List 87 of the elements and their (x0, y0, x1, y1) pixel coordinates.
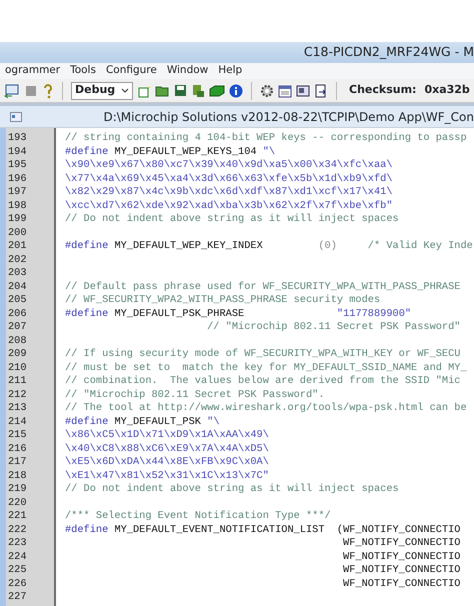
line-number: 199 (8, 213, 27, 225)
code-line: // "Microchip 802.11 Secret PSK Password". (65, 388, 325, 402)
menu-item[interactable]: ogrammer (0, 63, 66, 79)
code-line: #define MY_DEFAULT_WEP_KEYS_104 "\ (65, 146, 276, 159)
code-line: // The tool at http://www.wireshark.org/tools/wpa-psk.html can be (65, 402, 467, 416)
code-line: WF_NOTIFY_CONNECTIO (342, 564, 460, 578)
line-number: 214 (8, 416, 27, 428)
code-line: // Do not indent above string as it will inject spaces (65, 213, 399, 226)
code-line: \xE1\x47\x81\x52\x31\x1C\x13\x7C" (65, 470, 269, 483)
folder-icon[interactable] (155, 84, 170, 97)
line-number: 227 (8, 591, 27, 603)
line-number: 206 (8, 308, 27, 320)
line-number: 195 (8, 159, 27, 171)
code-line: WF_NOTIFY_CONNECTIO (342, 578, 460, 591)
line-number: 218 (8, 470, 27, 482)
line-number: 194 (8, 146, 27, 158)
line-number: 203 (8, 267, 27, 279)
code-line: // Do not indent above string as it will inject spaces (65, 483, 399, 496)
line-number: 204 (8, 280, 27, 292)
line-number: 213 (8, 402, 27, 414)
code-line: \x82\x29\x87\x4c\x9b\xdc\x6d\xdf\x87\xd1\xcf\x17\x41\ (65, 186, 392, 200)
code-line: #define MY_DEFAULT_WEP_KEY_INDEX (0) /* Valid Key Inde (65, 240, 473, 254)
build-config-dropdown[interactable]: Debug (71, 82, 133, 100)
code-line: // must be set to match the key for MY_DEFAULT_SSID_NAME and MY_ (65, 362, 467, 375)
line-number: 196 (8, 172, 27, 184)
save-icon[interactable] (174, 84, 187, 97)
calendar-icon[interactable] (278, 84, 292, 98)
line-number: 210 (8, 362, 27, 374)
code-line: // "Microchip 802.11 Secret PSK Password" (206, 321, 460, 334)
code-line: WF_NOTIFY_CONNECTIO (342, 550, 460, 564)
line-number: 197 (8, 186, 27, 198)
line-number: 208 (8, 334, 27, 346)
line-number: 209 (8, 348, 27, 360)
menu-item[interactable]: Tools (65, 63, 101, 79)
code-line: \x86\xC5\x1D\x71\xD9\x1A\xAA\x49\ (65, 429, 269, 442)
code-line: #define MY_DEFAULT_PSK_PHRASE "1177889900" (65, 308, 412, 321)
code-line: \x90\xe9\x67\x80\xc7\x39\x40\x9d\xa5\x00\x34\xfc\xaa\ (65, 159, 392, 172)
code-line: #define MY_DEFAULT_EVENT_NOTIFICATION_LIST (WF_NOTIFY_CONNECTIO (65, 524, 460, 537)
code-editor[interactable] (0, 128, 474, 606)
line-number: 211 (8, 375, 27, 387)
line-number: 207 (8, 321, 27, 333)
code-line: #define MY_DEFAULT_PSK "\ (65, 416, 220, 429)
line-number: 226 (8, 578, 27, 590)
line-number: 202 (8, 254, 27, 266)
menu-item[interactable]: Help (213, 63, 248, 79)
document-icon[interactable] (296, 84, 310, 98)
code-line: \xE5\x6D\xDA\x44\x8E\xFB\x9C\x0A\ (65, 456, 269, 470)
line-number: 215 (8, 429, 27, 441)
line-number: 216 (8, 442, 27, 454)
code-line: /*** Selecting Event Notification Type ***/ (65, 510, 331, 524)
line-number: 212 (8, 388, 27, 400)
line-number: 193 (8, 132, 27, 144)
code-line: // If using security mode of WF_SECURITY_WPA_WITH_KEY or WF_SECU (65, 348, 460, 362)
code-line: // string containing 4 104-bit WEP keys -- corresponding to passp (65, 132, 467, 146)
code-line: \xcc\xd7\x62\xde\x92\xad\xba\x3b\x62\x2f\x7f\xbe\xfb" (65, 200, 392, 213)
line-number: 198 (8, 200, 27, 212)
code-line: // Default pass phrase used for WF_SECURITY_WPA_WITH_PASS_PHRASE (65, 280, 460, 294)
code-line: WF_NOTIFY_CONNECTIO (342, 537, 460, 550)
checksum-value: 0xa32b (424, 82, 470, 98)
line-number: 225 (8, 564, 27, 576)
line-number: 221 (8, 510, 27, 522)
line-number: 224 (8, 550, 27, 562)
code-line: \x40\xC8\x88\xC6\xE9\x7A\x4A\xD5\ (65, 442, 269, 456)
menu-item[interactable]: Configure (100, 63, 162, 79)
window-icon[interactable] (4, 84, 20, 98)
code-line: // WF_SECURITY_WPA2_WITH_PASS_PHRASE security modes (65, 294, 380, 308)
new-file-icon[interactable] (137, 84, 151, 98)
caret-icon (121, 88, 129, 93)
window-title: C18-PICDN2_MRF24WG - M (304, 43, 474, 62)
box-icon[interactable] (209, 84, 225, 96)
line-number: 205 (8, 294, 27, 306)
help-icon[interactable] (42, 82, 54, 98)
info-icon[interactable] (229, 84, 243, 98)
line-number: 223 (8, 537, 27, 549)
document-icon (10, 112, 22, 122)
line-number: 201 (8, 240, 27, 252)
code-line: // combination. The values below are derived from the SSID "Mic (65, 375, 460, 388)
checksum-label: Checksum: (349, 82, 416, 98)
line-number: 200 (8, 226, 27, 238)
line-number: 220 (8, 496, 27, 508)
line-number: 217 (8, 456, 27, 468)
editor-title: D:\Microchip Solutions v2012-08-22\TCPIP\Demo App\WF_Con (103, 108, 474, 126)
line-number: 219 (8, 483, 27, 495)
line-number: 222 (8, 524, 27, 536)
gear-icon[interactable] (260, 84, 274, 98)
code-line: \x77\x4a\x69\x45\xa4\x3d\x66\x63\xfe\x5b\x1d\xb9\xfd\ (65, 172, 392, 186)
menu-item[interactable]: Window (162, 63, 214, 79)
